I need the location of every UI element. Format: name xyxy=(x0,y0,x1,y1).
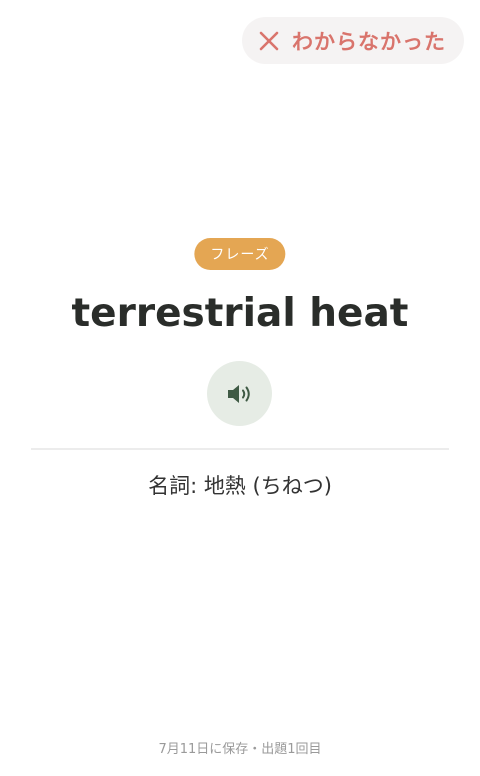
definition-text: 名詞: 地熱 (ちねつ) xyxy=(148,474,332,498)
flashcard-screen: わからなかった フレーズ terrestrial heat 名詞: 地熱 (ちね… xyxy=(0,0,480,776)
close-icon xyxy=(259,31,279,50)
save-info-text: 7月11日に保存・出題1回目 xyxy=(158,742,322,757)
divider xyxy=(31,448,449,450)
dont-know-label: わからなかった xyxy=(292,29,446,54)
speaker-icon xyxy=(227,384,250,403)
dont-know-button[interactable]: わからなかった xyxy=(242,17,464,64)
term-text: terrestrial heat xyxy=(71,291,409,336)
word-type-badge: フレーズ xyxy=(194,238,286,270)
play-audio-button[interactable] xyxy=(207,361,272,426)
